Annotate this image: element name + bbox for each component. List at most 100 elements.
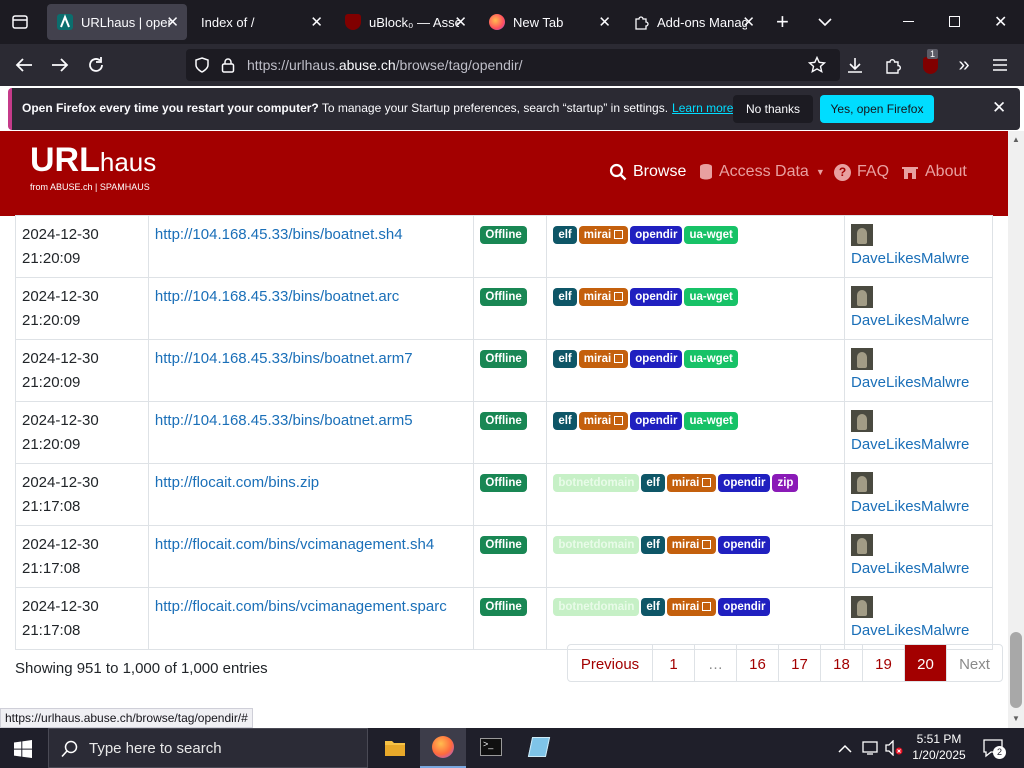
ublock-extension-icon[interactable]: 1 (917, 49, 943, 78)
no-thanks-button[interactable]: No thanks (733, 95, 813, 123)
tag-badge-elf[interactable]: elf (553, 350, 577, 368)
minimize-icon[interactable] (903, 21, 914, 22)
nav-access-data[interactable]: Access Data ▼ (699, 163, 825, 181)
tag-badge-mirai[interactable]: mirai (578, 412, 629, 430)
tag-badge-mirai[interactable]: mirai (578, 226, 629, 244)
notepad-icon[interactable] (516, 728, 562, 768)
overflow-menu-icon[interactable]: » (951, 52, 977, 78)
close-tab-icon[interactable]: ✕ (166, 13, 179, 31)
chevron-up-icon[interactable] (838, 741, 852, 759)
tag-badge-elf[interactable]: elf (553, 412, 577, 430)
page-button-4[interactable]: 17 (778, 645, 820, 681)
tag-badge-botnetdomain[interactable]: botnetdomain (553, 474, 640, 492)
scroll-down-icon[interactable]: ▼ (1012, 714, 1020, 723)
tag-badge-opendir[interactable]: opendir (630, 226, 683, 244)
maximize-icon[interactable] (949, 16, 960, 27)
tag-badge-botnetdomain[interactable]: botnetdomain (553, 598, 640, 616)
tag-badge-opendir[interactable]: opendir (630, 412, 683, 430)
reporter-link[interactable]: DaveLikesMalwre (851, 312, 969, 329)
reporter-link[interactable]: DaveLikesMalwre (851, 436, 969, 453)
tag-badge-mirai[interactable]: mirai (578, 350, 629, 368)
chevron-down-icon[interactable] (818, 14, 832, 32)
malware-url-link[interactable]: http://flocait.com/bins.zip (155, 474, 319, 491)
windows-start-icon[interactable] (14, 740, 32, 763)
tag-badge-botnetdomain[interactable]: botnetdomain (553, 536, 640, 554)
tag-badge-mirai[interactable]: mirai (666, 536, 717, 554)
system-clock[interactable]: 5:51 PM 1/20/2025 (906, 731, 972, 763)
close-tab-icon[interactable]: ✕ (454, 13, 467, 31)
shield-icon[interactable] (194, 57, 210, 78)
reporter-link[interactable]: DaveLikesMalwre (851, 622, 969, 639)
bookmark-star-icon[interactable] (804, 52, 830, 78)
tag-badge-elf[interactable]: elf (553, 226, 577, 244)
tag-badge-ua-wget[interactable]: ua-wget (684, 288, 738, 306)
tag-badge-elf[interactable]: elf (641, 598, 665, 616)
reload-icon[interactable] (83, 52, 109, 78)
page-button-5[interactable]: 18 (820, 645, 862, 681)
page-button-6[interactable]: 19 (862, 645, 904, 681)
tag-badge-ua-wget[interactable]: ua-wget (684, 350, 738, 368)
tab-addons[interactable]: Add-ons Manag ✕ (623, 4, 763, 40)
tab-urlhaus[interactable]: URLhaus | open ✕ (47, 4, 187, 40)
close-notification-icon[interactable]: ✕ (992, 98, 1006, 118)
tab-list-icon[interactable] (10, 12, 30, 32)
scrollbar-thumb[interactable] (1010, 632, 1022, 708)
reporter-link[interactable]: DaveLikesMalwre (851, 250, 969, 267)
tag-badge-opendir[interactable]: opendir (718, 536, 771, 554)
tag-badge-opendir[interactable]: opendir (718, 474, 771, 492)
nav-browse[interactable]: Browse (609, 163, 686, 181)
tag-badge-mirai[interactable]: mirai (578, 288, 629, 306)
close-tab-icon[interactable]: ✕ (310, 13, 323, 31)
forward-icon[interactable] (47, 52, 73, 78)
malware-url-link[interactable]: http://104.168.45.33/bins/boatnet.sh4 (155, 226, 403, 243)
close-tab-icon[interactable]: ✕ (742, 13, 755, 31)
tag-badge-mirai[interactable]: mirai (666, 598, 717, 616)
page-button-7[interactable]: 20 (904, 645, 946, 681)
tag-badge-elf[interactable]: elf (641, 536, 665, 554)
tag-badge-mirai[interactable]: mirai (666, 474, 717, 492)
extensions-icon[interactable] (880, 52, 906, 78)
tag-badge-ua-wget[interactable]: ua-wget (684, 412, 738, 430)
urlhaus-logo[interactable]: URLhaus (30, 141, 156, 180)
downloads-icon[interactable] (842, 52, 868, 78)
learn-more-link[interactable]: Learn more (672, 101, 733, 115)
tag-badge-elf[interactable]: elf (641, 474, 665, 492)
lock-icon[interactable] (221, 57, 235, 78)
back-icon[interactable] (11, 52, 37, 78)
yes-open-firefox-button[interactable]: Yes, open Firefox (820, 95, 934, 123)
tab-index[interactable]: Index of / ✕ (191, 4, 331, 40)
tag-badge-opendir[interactable]: opendir (718, 598, 771, 616)
tag-badge-opendir[interactable]: opendir (630, 288, 683, 306)
scroll-up-icon[interactable]: ▲ (1012, 135, 1020, 144)
reporter-link[interactable]: DaveLikesMalwre (851, 374, 969, 391)
file-explorer-icon[interactable] (372, 728, 418, 768)
tag-badge-zip[interactable]: zip (772, 474, 799, 492)
notifications-icon[interactable]: 2 (983, 739, 1006, 764)
page-button-3[interactable]: 16 (736, 645, 778, 681)
page-button-1[interactable]: 1 (652, 645, 694, 681)
tab-ublock[interactable]: uBlock₀ — Asse ✕ (335, 4, 475, 40)
taskbar-search-box[interactable]: Type here to search (48, 728, 368, 768)
malware-url-link[interactable]: http://104.168.45.33/bins/boatnet.arm5 (155, 412, 413, 429)
tab-new-tab[interactable]: New Tab ✕ (479, 4, 619, 40)
volume-muted-icon[interactable] (884, 739, 904, 761)
address-bar[interactable]: https://urlhaus.abuse.ch/browse/tag/open… (186, 49, 840, 81)
malware-url-link[interactable]: http://flocait.com/bins/vcimanagement.sh… (155, 536, 434, 553)
hamburger-menu-icon[interactable] (987, 52, 1013, 78)
malware-url-link[interactable]: http://flocait.com/bins/vcimanagement.sp… (155, 598, 447, 615)
terminal-icon[interactable]: >_ (468, 728, 514, 768)
tag-badge-ua-wget[interactable]: ua-wget (684, 226, 738, 244)
next-page-button[interactable]: Next (946, 645, 1002, 681)
url-text[interactable]: https://urlhaus.abuse.ch/browse/tag/open… (247, 57, 523, 73)
firefox-taskbar-icon[interactable] (420, 728, 466, 768)
malware-url-link[interactable]: http://104.168.45.33/bins/boatnet.arc (155, 288, 399, 305)
malware-url-link[interactable]: http://104.168.45.33/bins/boatnet.arm7 (155, 350, 413, 367)
nav-faq[interactable]: ? FAQ (834, 163, 889, 181)
close-window-icon[interactable]: ✕ (994, 12, 1007, 32)
reporter-link[interactable]: DaveLikesMalwre (851, 560, 969, 577)
nav-about[interactable]: About (901, 163, 967, 181)
tag-badge-elf[interactable]: elf (553, 288, 577, 306)
new-tab-icon[interactable]: + (776, 11, 789, 33)
reporter-link[interactable]: DaveLikesMalwre (851, 498, 969, 515)
previous-page-button[interactable]: Previous (568, 645, 652, 681)
